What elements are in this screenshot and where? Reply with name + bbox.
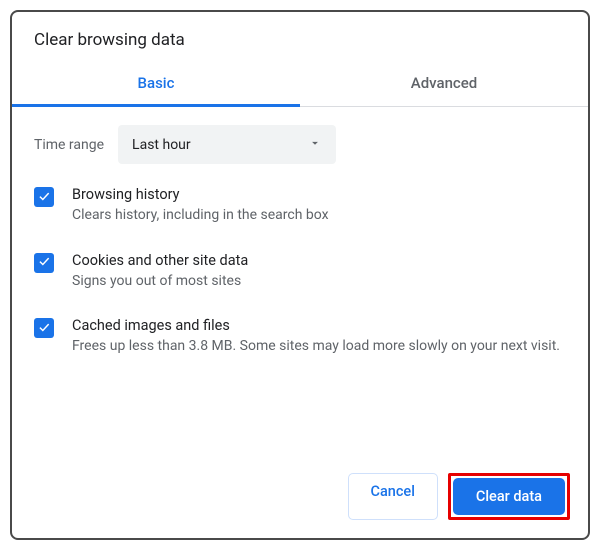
cancel-button[interactable]: Cancel xyxy=(348,473,438,520)
option-title: Cached images and files xyxy=(72,317,566,334)
time-range-value: Last hour xyxy=(132,137,191,153)
option-title: Cookies and other site data xyxy=(72,252,566,269)
option-desc: Signs you out of most sites xyxy=(72,272,566,292)
chevron-down-icon xyxy=(308,135,322,154)
tab-basic[interactable]: Basic xyxy=(12,62,300,106)
check-icon xyxy=(37,188,51,207)
option-desc: Frees up less than 3.8 MB. Some sites ma… xyxy=(72,337,566,357)
check-icon xyxy=(37,253,51,272)
checkbox-cookies[interactable] xyxy=(34,253,54,273)
option-desc: Clears history, including in the search … xyxy=(72,206,566,226)
option-browsing-history: Browsing history Clears history, includi… xyxy=(34,186,566,226)
time-range-select[interactable]: Last hour xyxy=(118,125,336,164)
instruction-highlight: Clear data xyxy=(448,473,570,520)
dialog-body: Time range Last hour Browsing history Cl… xyxy=(12,107,588,459)
tabs: Basic Advanced xyxy=(12,62,588,107)
option-text: Browsing history Clears history, includi… xyxy=(72,186,566,226)
dialog-title: Clear browsing data xyxy=(12,12,588,62)
time-range-row: Time range Last hour xyxy=(34,125,566,164)
time-range-label: Time range xyxy=(34,137,104,153)
tab-advanced[interactable]: Advanced xyxy=(300,62,588,106)
option-title: Browsing history xyxy=(72,186,566,203)
clear-browsing-data-dialog: Clear browsing data Basic Advanced Time … xyxy=(10,10,590,540)
checkbox-browsing-history[interactable] xyxy=(34,187,54,207)
clear-data-button[interactable]: Clear data xyxy=(453,478,565,515)
option-text: Cached images and files Frees up less th… xyxy=(72,317,566,357)
checkbox-cache[interactable] xyxy=(34,318,54,338)
check-icon xyxy=(37,319,51,338)
option-cache: Cached images and files Frees up less th… xyxy=(34,317,566,357)
option-text: Cookies and other site data Signs you ou… xyxy=(72,252,566,292)
dialog-footer: Cancel Clear data xyxy=(12,459,588,538)
option-cookies: Cookies and other site data Signs you ou… xyxy=(34,252,566,292)
